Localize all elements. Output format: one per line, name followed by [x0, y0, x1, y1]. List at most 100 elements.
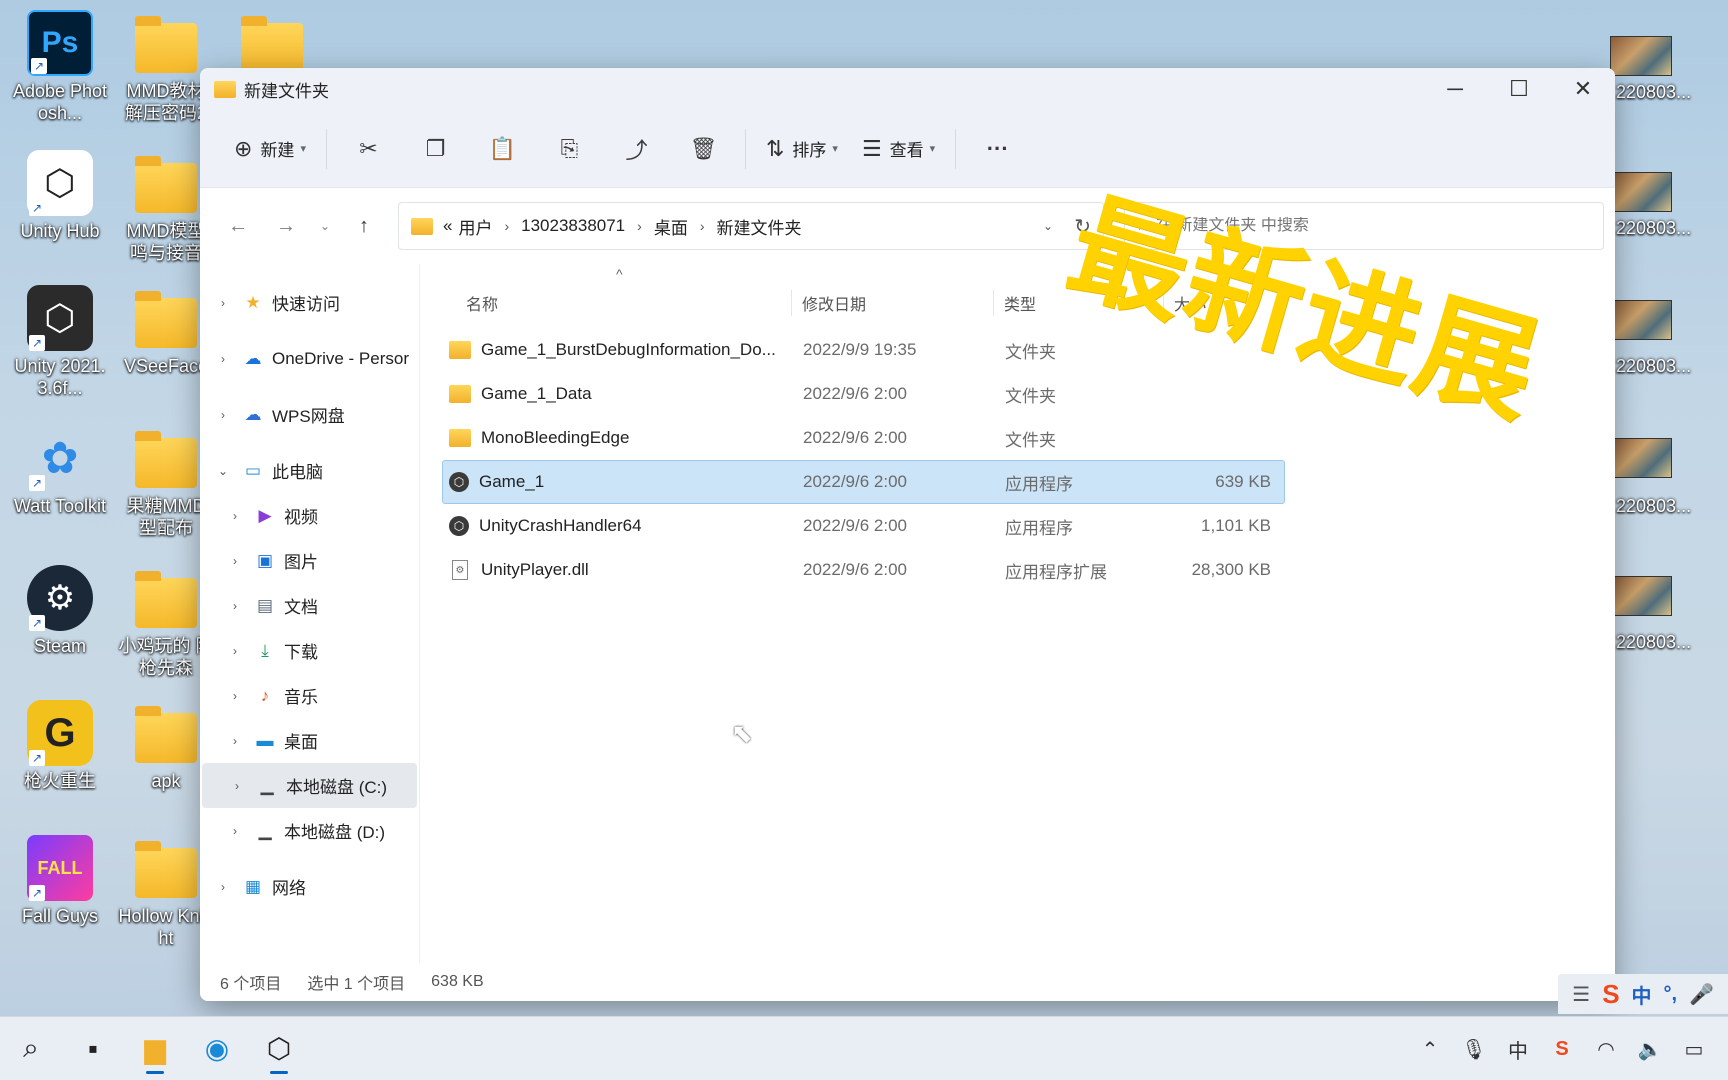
nav-item-disk-c[interactable]: › ▁ 本地磁盘 (C:)	[202, 763, 417, 808]
view-button[interactable]: ☰ 查看 ▾	[850, 127, 947, 171]
chevron-right-icon[interactable]: ›	[224, 779, 250, 793]
nav-item-music[interactable]: › ♪ 音乐	[200, 673, 419, 718]
edge-taskbar-button[interactable]: ◉	[186, 1021, 248, 1077]
desktop-icon-gunfire-reborn[interactable]: G ↗ 枪火重生	[10, 700, 110, 792]
table-row[interactable]: ⚙ UnityPlayer.dll 2022/9/6 2:00 应用程序扩展 28…	[442, 548, 1285, 592]
ime-language[interactable]: 中	[1632, 980, 1652, 1009]
image-thumbnail[interactable]	[1610, 36, 1672, 76]
title-bar[interactable]: 新建文件夹 ─ ☐ ✕	[200, 68, 1615, 110]
chevron-right-icon[interactable]: ›	[210, 296, 236, 310]
back-button[interactable]: ←	[214, 206, 262, 246]
forward-button[interactable]: →	[262, 206, 310, 246]
close-button[interactable]: ✕	[1551, 68, 1615, 110]
folder-icon	[449, 385, 471, 403]
microphone-icon[interactable]: 🎙	[1452, 1037, 1496, 1062]
breadcrumb-current[interactable]: 新建文件夹	[717, 214, 802, 239]
nav-item-wps[interactable]: › ☁ WPS网盘	[200, 392, 419, 437]
nav-item-disk-d[interactable]: › ▁ 本地磁盘 (D:)	[200, 808, 419, 853]
table-row-selected[interactable]: ⬡ Game_1 2022/9/6 2:00 应用程序 639 KB	[442, 460, 1285, 504]
watt-toolkit-icon: ✿ ↗	[27, 425, 93, 491]
new-button[interactable]: ⊕ 新建 ▾	[222, 127, 318, 171]
clipboard-icon: 📋	[488, 135, 517, 161]
delete-button[interactable]: 🗑	[670, 127, 737, 171]
nav-item-network[interactable]: › ▦ 网络	[200, 864, 419, 909]
sogou-icon[interactable]: S	[1602, 979, 1619, 1010]
table-row[interactable]: MonoBleedingEdge 2022/9/6 2:00 文件夹	[442, 416, 1285, 460]
breadcrumb-users[interactable]: 用户	[458, 214, 492, 239]
image-thumbnail[interactable]	[1610, 172, 1672, 212]
punctuation-icon[interactable]: °,	[1664, 983, 1678, 1006]
more-dots-icon: ···	[986, 135, 1009, 161]
nav-item-desktop[interactable]: › ▬ 桌面	[200, 718, 419, 763]
ime-toolbar[interactable]: ☰ S 中 °, 🎤	[1558, 974, 1728, 1014]
desktop-icon-fall-guys[interactable]: FALL ↗ Fall Guys	[10, 835, 110, 927]
chevron-up-icon[interactable]: ⌃	[1408, 1037, 1452, 1062]
desktop-icon-steam[interactable]: ⚙ ↗ Steam	[10, 565, 110, 657]
nav-item-videos[interactable]: › ▶ 视频	[200, 493, 419, 538]
rename-icon: ⎘	[560, 135, 579, 161]
column-header-name[interactable]: 名称	[442, 278, 792, 328]
minimize-button[interactable]: ─	[1423, 68, 1487, 110]
sogou-tray-icon[interactable]: S	[1540, 1038, 1584, 1061]
paste-button[interactable]: 📋	[469, 127, 536, 171]
table-row[interactable]: Game_1_Data 2022/9/6 2:00 文件夹	[442, 372, 1285, 416]
details-view-icon[interactable]: ☰	[1572, 982, 1590, 1007]
share-button[interactable]: ⤴	[603, 127, 670, 171]
microphone-icon[interactable]: 🎤	[1689, 982, 1714, 1007]
chevron-right-icon[interactable]: ›	[222, 509, 248, 523]
desktop-icon-photoshop[interactable]: Ps ↗ Adobe Photosh...	[10, 10, 110, 124]
address-dropdown-icon[interactable]: ⌄	[1043, 219, 1053, 233]
chevron-right-icon[interactable]: ›	[222, 599, 248, 613]
chevron-right-icon[interactable]: ›	[210, 352, 236, 366]
battery-icon[interactable]: ▭	[1672, 1037, 1716, 1062]
desktop-icon-unity[interactable]: ⬡ ↗ Unity 2021.3.6f...	[10, 285, 110, 399]
rename-button[interactable]: ⎘	[536, 127, 603, 171]
breadcrumb-desktop[interactable]: 桌面	[654, 214, 688, 239]
chevron-right-icon[interactable]: ›	[210, 408, 236, 422]
chevron-right-icon[interactable]: ›	[210, 880, 236, 894]
maximize-button[interactable]: ☐	[1487, 68, 1551, 110]
sort-button[interactable]: ⇅ 排序 ▾	[754, 127, 850, 171]
search-taskbar-button[interactable]: ⌕	[0, 1021, 62, 1077]
desktop-icon-watt-toolkit[interactable]: ✿ ↗ Watt Toolkit	[10, 425, 110, 517]
wifi-icon[interactable]: ◠	[1584, 1037, 1628, 1062]
view-label: 查看	[889, 141, 924, 160]
chevron-down-icon[interactable]: ⌄	[210, 464, 236, 478]
table-row[interactable]: ⬡ UnityCrashHandler64 2022/9/6 2:00 应用程序 …	[442, 504, 1285, 548]
image-thumbnail[interactable]	[1610, 576, 1672, 616]
nav-label: 音乐	[284, 688, 318, 707]
nav-item-this-pc[interactable]: ⌄ ▭ 此电脑	[200, 448, 419, 493]
chevron-right-icon[interactable]: ›	[222, 824, 248, 838]
address-bar[interactable]: « 用户 › 13023838071 › 桌面 › 新建文件夹 ⌄ ↻	[398, 202, 1104, 250]
gunfire-reborn-icon: G ↗	[27, 700, 93, 766]
nav-item-documents[interactable]: › ▤ 文档	[200, 583, 419, 628]
unity-taskbar-button[interactable]: ⬡	[248, 1021, 310, 1077]
breadcrumb-user[interactable]: 13023838071	[521, 216, 625, 236]
desktop-folder[interactable]	[222, 10, 322, 76]
recent-locations-button[interactable]: ⌄	[310, 206, 340, 246]
cut-button[interactable]: ✂	[335, 127, 402, 171]
desktop-icon-unity-hub[interactable]: ⬡ ↗ Unity Hub	[10, 150, 110, 242]
file-explorer-taskbar-button[interactable]: ▆	[124, 1021, 186, 1077]
chevron-right-icon[interactable]: ›	[222, 689, 248, 703]
nav-item-downloads[interactable]: › ⤓ 下载	[200, 628, 419, 673]
volume-icon[interactable]: 🔈	[1628, 1037, 1672, 1062]
chevron-right-icon[interactable]: ›	[222, 644, 248, 658]
up-button[interactable]: ↑	[340, 206, 388, 246]
image-thumbnail[interactable]	[1610, 438, 1672, 478]
overflow-chevron[interactable]: «	[443, 216, 452, 236]
nav-item-quick-access[interactable]: › ★ 快速访问	[200, 280, 419, 325]
task-view-button[interactable]: ▪	[62, 1021, 124, 1077]
copy-button[interactable]: ❐	[402, 127, 469, 171]
more-options-button[interactable]: ···	[964, 127, 1031, 171]
nav-item-pictures[interactable]: › ▣ 图片	[200, 538, 419, 583]
chevron-right-icon[interactable]: ›	[222, 734, 248, 748]
image-thumbnail[interactable]	[1610, 300, 1672, 340]
chevron-right-icon[interactable]: ›	[222, 554, 248, 568]
shortcut-arrow-icon: ↗	[31, 58, 47, 74]
column-header-date[interactable]: 修改日期	[792, 278, 994, 328]
star-icon: ★	[245, 292, 261, 312]
ime-mode-icon[interactable]: 中	[1496, 1035, 1540, 1064]
desktop-icon-label: Steam	[33, 636, 87, 656]
nav-item-onedrive[interactable]: › ☁ OneDrive - Persor	[200, 336, 419, 381]
